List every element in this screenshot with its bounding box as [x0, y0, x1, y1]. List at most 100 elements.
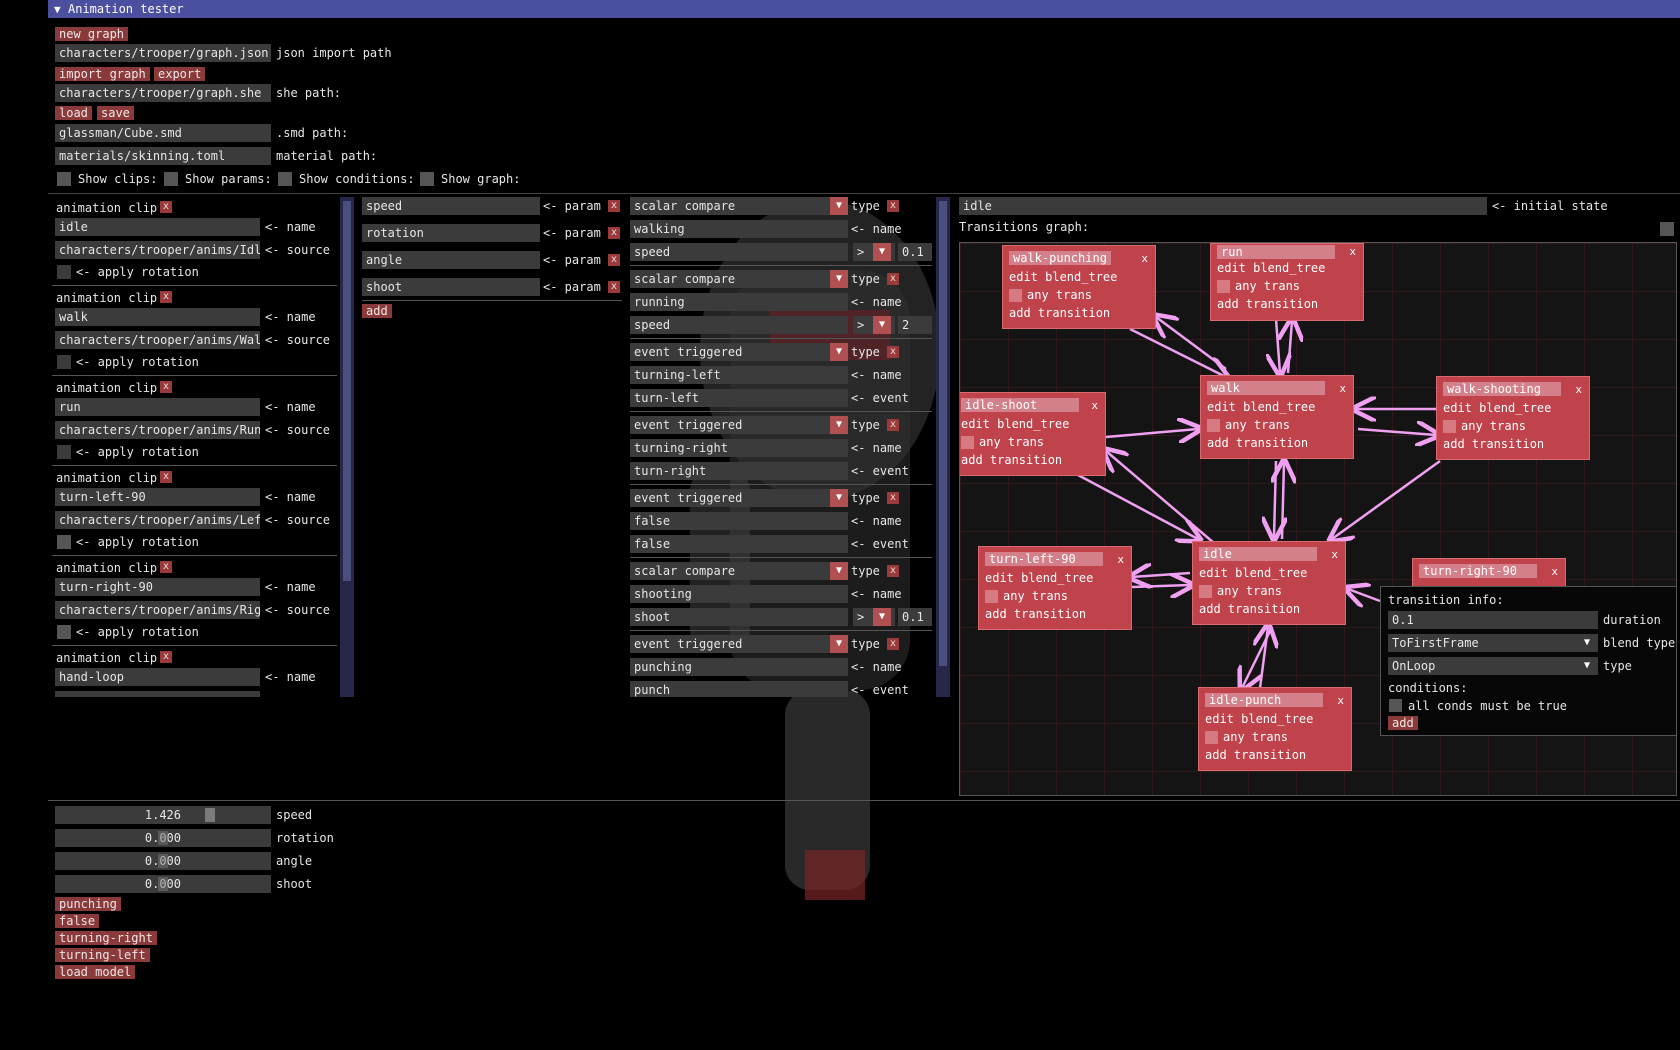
state-node[interactable]: idle x edit blend_tree any trans add tra…: [1192, 541, 1346, 625]
show-clips-checkbox[interactable]: [57, 172, 71, 186]
state-node-name[interactable]: idle-shoot: [961, 398, 1079, 412]
all-conds-checkbox[interactable]: [1389, 699, 1402, 712]
remove-condition-button[interactable]: x: [887, 419, 899, 431]
close-icon[interactable]: x: [1349, 245, 1356, 258]
remove-condition-button[interactable]: x: [887, 492, 899, 504]
transition-type-select[interactable]: OnLoop: [1388, 657, 1598, 675]
close-icon[interactable]: x: [1551, 565, 1558, 578]
show-conditions-checkbox[interactable]: [278, 172, 292, 186]
remove-clip-button[interactable]: x: [160, 651, 172, 663]
save-button[interactable]: save: [97, 106, 134, 120]
condition-event-input[interactable]: false: [630, 535, 848, 553]
edit-blend-tree-button[interactable]: edit blend_tree: [1207, 399, 1315, 415]
edit-blend-tree-button[interactable]: edit blend_tree: [1443, 400, 1551, 416]
add-transition-button[interactable]: add transition: [961, 452, 1062, 468]
any-trans-checkbox[interactable]: [1205, 731, 1218, 744]
add-param-button[interactable]: add: [362, 304, 392, 318]
trigger-turning-right-button[interactable]: turning-right: [55, 931, 157, 945]
clip-name-input[interactable]: turn-right-90: [55, 578, 260, 596]
chevron-down-icon[interactable]: ▼: [830, 635, 848, 653]
clip-name-input[interactable]: hand-loop: [55, 668, 260, 686]
condition-value-input[interactable]: 2: [898, 316, 932, 334]
state-node[interactable]: idle-punch x edit blend_tree any trans a…: [1198, 687, 1352, 771]
condition-type-select[interactable]: event triggered: [630, 343, 848, 361]
remove-param-button[interactable]: x: [608, 254, 620, 266]
shoot-slider[interactable]: 0.000: [55, 875, 271, 893]
material-path-input[interactable]: materials/skinning.toml: [55, 147, 271, 165]
initial-state-input[interactable]: idle: [959, 197, 1487, 215]
chevron-down-icon[interactable]: ▼: [830, 416, 848, 434]
angle-slider[interactable]: 0.000: [55, 852, 271, 870]
add-transition-button[interactable]: add transition: [1207, 435, 1308, 451]
condition-event-input[interactable]: punch: [630, 681, 848, 697]
close-icon[interactable]: x: [1117, 553, 1124, 566]
condition-param-select[interactable]: shoot: [630, 608, 848, 626]
chevron-down-icon[interactable]: ▼: [830, 270, 848, 288]
close-icon[interactable]: x: [1091, 399, 1098, 412]
window-titlebar[interactable]: ▼ Animation tester: [48, 0, 1680, 18]
remove-param-button[interactable]: x: [608, 227, 620, 239]
edit-blend-tree-button[interactable]: edit blend_tree: [1009, 269, 1117, 285]
condition-name-input[interactable]: turning-left: [630, 366, 848, 384]
close-icon[interactable]: x: [1339, 382, 1346, 395]
state-node[interactable]: walk x edit blend_tree any trans add tra…: [1200, 375, 1354, 459]
condition-name-input[interactable]: walking: [630, 220, 848, 238]
condition-name-input[interactable]: false: [630, 512, 848, 530]
clip-source-input[interactable]: characters/trooper/anims/Idle: [55, 241, 260, 259]
add-transition-button[interactable]: add transition: [1009, 305, 1110, 321]
state-node[interactable]: turn-left-90 x edit blend_tree any trans…: [978, 546, 1132, 630]
clip-name-input[interactable]: run: [55, 398, 260, 416]
apply-rotation-checkbox[interactable]: [57, 535, 71, 549]
param-name-input[interactable]: shoot: [362, 278, 540, 296]
blend-type-select[interactable]: ToFirstFrame: [1388, 634, 1598, 652]
clip-source-input[interactable]: characters/trooper/anims/Walk: [55, 331, 260, 349]
state-node[interactable]: walk-shooting x edit blend_tree any tran…: [1436, 376, 1590, 460]
apply-rotation-checkbox[interactable]: [57, 355, 71, 369]
json-path-input[interactable]: characters/trooper/graph.json: [55, 44, 271, 62]
state-node-name[interactable]: walk-punching: [1009, 251, 1111, 265]
state-node-name[interactable]: idle: [1199, 547, 1317, 561]
param-name-input[interactable]: rotation: [362, 224, 540, 242]
speed-slider-grab[interactable]: [205, 808, 215, 822]
condition-type-select[interactable]: event triggered: [630, 635, 848, 653]
remove-condition-button[interactable]: x: [887, 565, 899, 577]
edit-blend-tree-button[interactable]: edit blend_tree: [1199, 565, 1307, 581]
conditions-scroll-thumb[interactable]: [939, 201, 947, 666]
trigger-turning-left-button[interactable]: turning-left: [55, 948, 150, 962]
close-icon[interactable]: x: [1331, 548, 1338, 561]
smd-path-input[interactable]: glassman/Cube.smd: [55, 124, 271, 142]
she-path-input[interactable]: characters/trooper/graph.she: [55, 84, 271, 102]
remove-condition-button[interactable]: x: [887, 273, 899, 285]
clip-source-input[interactable]: characters/trooper/anims/Right: [55, 601, 260, 619]
add-transition-button[interactable]: add transition: [1443, 436, 1544, 452]
chevron-down-icon[interactable]: ▼: [1584, 634, 1598, 652]
edit-blend-tree-button[interactable]: edit blend_tree: [961, 416, 1069, 432]
chevron-down-icon[interactable]: ▼: [830, 197, 848, 215]
speed-slider[interactable]: 1.426: [55, 806, 271, 824]
rotation-slider-grab[interactable]: [158, 831, 168, 845]
clips-scrollbar[interactable]: [340, 197, 354, 697]
state-node-name[interactable]: turn-right-90: [1419, 564, 1537, 578]
chevron-down-icon[interactable]: ▼: [873, 608, 891, 626]
trigger-false-button[interactable]: false: [55, 914, 100, 928]
graph-options-checkbox[interactable]: [1660, 222, 1674, 236]
angle-slider-grab[interactable]: [158, 854, 168, 868]
condition-value-input[interactable]: 0.1: [898, 243, 932, 261]
state-node[interactable]: turn-right-90 x: [1412, 558, 1566, 588]
state-node[interactable]: run x edit blend_tree any trans add tran…: [1210, 243, 1364, 321]
add-transition-button[interactable]: add transition: [1199, 601, 1300, 617]
chevron-down-icon[interactable]: ▼: [830, 489, 848, 507]
chevron-down-icon[interactable]: ▼: [873, 243, 891, 261]
load-model-button[interactable]: load model: [55, 965, 136, 979]
remove-clip-button[interactable]: x: [160, 381, 172, 393]
condition-type-select[interactable]: event triggered: [630, 489, 848, 507]
transition-info-popup[interactable]: transition info: 0.1 duration ToFirstFra…: [1380, 586, 1677, 736]
clips-panel[interactable]: animation clip x idle <- name characters…: [52, 197, 344, 697]
clip-source-input[interactable]: characters/trooper/anims/Left: [55, 511, 260, 529]
clip-source-input[interactable]: characters/trooper/anims/Run: [55, 421, 260, 439]
close-icon[interactable]: x: [1575, 383, 1582, 396]
collapse-arrow-icon[interactable]: ▼: [54, 3, 61, 16]
edit-blend-tree-button[interactable]: edit blend_tree: [1217, 260, 1325, 276]
clips-scroll-thumb[interactable]: [343, 201, 351, 581]
state-node-name[interactable]: walk: [1207, 381, 1325, 395]
